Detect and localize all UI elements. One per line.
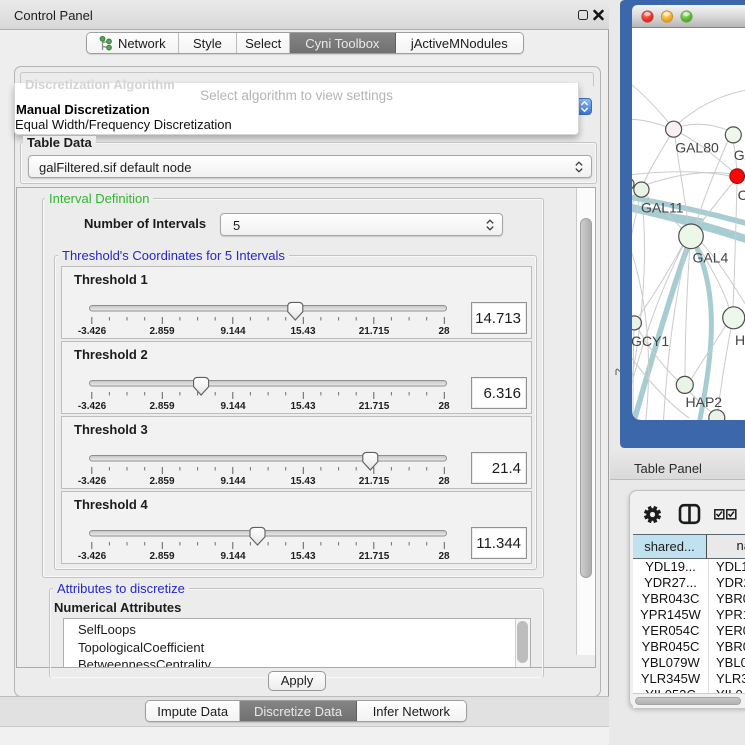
svg-text:GAL80: GAL80 bbox=[675, 140, 719, 156]
svg-text:CDC: CDC bbox=[738, 187, 745, 203]
svg-text:GAL4: GAL4 bbox=[693, 250, 729, 266]
svg-text:GAL11: GAL11 bbox=[641, 200, 684, 216]
svg-text:HIS: HIS bbox=[735, 332, 745, 348]
svg-text:GAL2: GAL2 bbox=[734, 147, 745, 163]
svg-text:GCY1: GCY1 bbox=[631, 333, 669, 349]
svg-text:HAP2: HAP2 bbox=[686, 394, 723, 410]
